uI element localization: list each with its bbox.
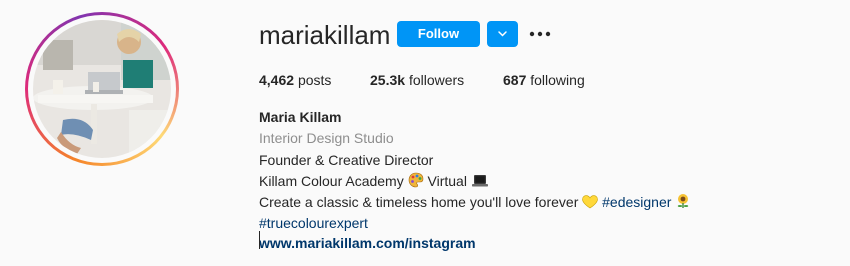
posts-label: posts xyxy=(297,72,332,88)
posts-stat: 4,462 posts xyxy=(259,71,331,89)
posts-count: 4,462 xyxy=(259,72,295,88)
more-options-icon xyxy=(529,31,551,37)
chevron-down-icon xyxy=(498,31,507,37)
artist-palette-icon xyxy=(408,172,424,192)
profile-username: mariakillam xyxy=(259,20,391,50)
avatar[interactable] xyxy=(33,20,171,158)
avatar-photo-icon xyxy=(33,20,171,158)
sunflower-icon xyxy=(675,193,691,213)
following-stat[interactable]: 687 following xyxy=(503,71,585,89)
follow-button[interactable]: Follow xyxy=(397,21,480,47)
text-cursor xyxy=(259,231,260,249)
bio-line-3-text: Create a classic & timeless home you'll … xyxy=(259,194,579,210)
laptop-icon xyxy=(471,174,489,192)
hashtag-truecolourexpert[interactable]: #truecolourexpert xyxy=(259,214,368,232)
suggested-accounts-button[interactable] xyxy=(487,21,518,47)
bio-line-1: Founder & Creative Director xyxy=(259,152,434,168)
followers-stat[interactable]: 25.3k followers xyxy=(370,71,464,89)
more-options-button[interactable] xyxy=(528,24,552,44)
hashtag-edesigner[interactable]: #edesigner xyxy=(602,194,671,210)
bio-line-3: Create a classic & timeless home you'll … xyxy=(259,193,691,213)
bio-line-2-text: Killam Colour Academy xyxy=(259,173,404,189)
website-link[interactable]: www.mariakillam.com/instagram xyxy=(259,235,476,251)
profile-category: Interior Design Studio xyxy=(259,130,394,146)
bio-line-2-suffix: Virtual xyxy=(427,173,467,189)
website-row: www.mariakillam.com/instagram xyxy=(259,234,476,252)
followers-label: followers xyxy=(408,72,465,88)
following-label: following xyxy=(530,72,585,88)
bio-line-2: Killam Colour Academy Virtual xyxy=(259,172,489,192)
profile-avatar-ring[interactable] xyxy=(25,12,179,166)
yellow-heart-icon xyxy=(582,195,599,213)
following-count: 687 xyxy=(503,72,527,88)
profile-full-name: Maria Killam xyxy=(259,109,342,125)
followers-count: 25.3k xyxy=(370,72,406,88)
